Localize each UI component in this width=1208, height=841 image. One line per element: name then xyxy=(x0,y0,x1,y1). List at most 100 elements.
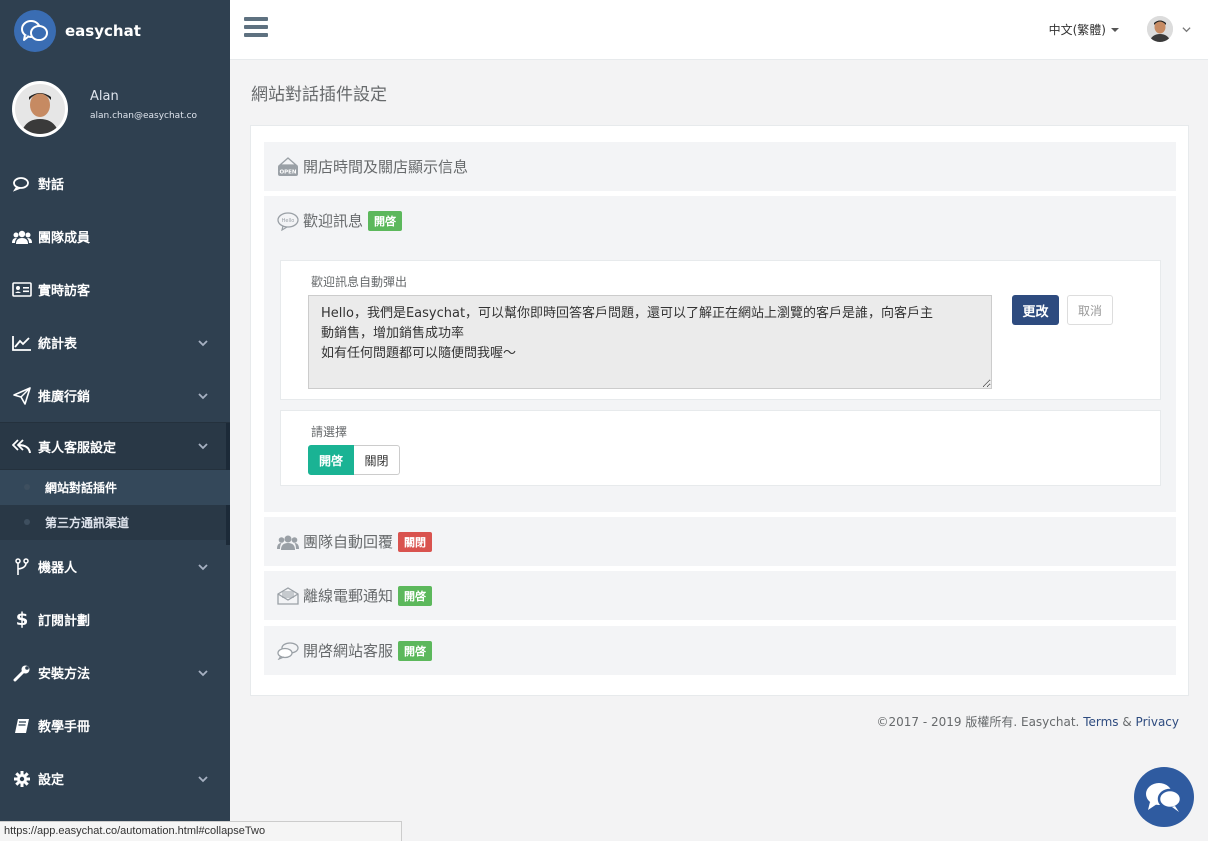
ampersand: & xyxy=(1122,715,1132,729)
chevron-down-icon xyxy=(198,563,208,570)
accordion-header[interactable]: Hello 歡迎訊息 開啓 xyxy=(264,196,1176,245)
status-badge: 開啓 xyxy=(368,210,403,231)
sidebar-item-installation[interactable]: 安裝方法 xyxy=(0,646,230,699)
reply-all-icon xyxy=(12,436,32,456)
sidebar-subnav: 網站對話插件 第三方通訊渠道 xyxy=(0,470,230,540)
chevron-down-icon xyxy=(198,392,208,399)
sidebar-item-label: 統計表 xyxy=(38,337,78,352)
envelope-icon xyxy=(277,585,299,607)
chevron-down-icon xyxy=(198,669,208,676)
accordion-welcome-message: Hello 歡迎訊息 開啓 歡迎訊息自動彈出 Hello，我們是Easychat… xyxy=(264,196,1176,512)
sidebar-item-bot[interactable]: 機器人 xyxy=(0,540,230,593)
chat-bubbles-icon xyxy=(277,640,299,662)
section-title: 團隊自動回覆 xyxy=(303,533,394,551)
sidebar-item-label: 對話 xyxy=(38,178,65,193)
dollar-icon: $ xyxy=(15,609,29,630)
user-profile[interactable]: Alan alan.chan@easychat.co xyxy=(0,61,230,157)
sidebar-subitem-website-chat-plugin[interactable]: 網站對話插件 xyxy=(0,470,230,505)
toggle-on-button[interactable]: 開啓 xyxy=(308,445,354,475)
accordion-opening-hours[interactable]: OPEN 開店時間及關店顯示信息 xyxy=(264,142,1176,191)
open-sign-icon: OPEN xyxy=(277,156,299,178)
profile-email: alan.chan@easychat.co xyxy=(90,111,198,121)
sidebar-item-live-visitors[interactable]: 實時訪客 xyxy=(0,263,230,316)
paper-plane-icon xyxy=(12,386,32,406)
sidebar-item-manual[interactable]: 教學手冊 xyxy=(0,699,230,752)
wrench-icon xyxy=(12,663,32,683)
copyright-text: ©2017 - 2019 版權所有. Easychat. xyxy=(876,715,1080,729)
sidebar: easychat Alan alan.chan@easychat.co 對話 團… xyxy=(0,0,230,841)
browser-status-url: https://app.easychat.co/automation.html#… xyxy=(0,821,402,841)
svg-text:OPEN: OPEN xyxy=(279,169,296,175)
team-icon xyxy=(277,531,299,553)
chevron-down-icon xyxy=(198,339,208,346)
sidebar-item-label: 推廣行銷 xyxy=(38,390,91,405)
chevron-down-icon xyxy=(198,443,208,450)
status-badge: 關閉 xyxy=(398,531,433,552)
status-badge: 開啓 xyxy=(398,585,433,606)
svg-text:Hello: Hello xyxy=(282,218,295,224)
avatar xyxy=(12,81,68,137)
language-label: 中文(繁體) xyxy=(1048,23,1106,37)
user-menu[interactable] xyxy=(1147,16,1191,42)
privacy-link[interactable]: Privacy xyxy=(1136,715,1179,729)
change-button[interactable]: 更改 xyxy=(1012,295,1059,325)
field-label: 歡迎訊息自動彈出 xyxy=(311,275,408,289)
team-icon xyxy=(12,227,32,247)
chevron-down-icon xyxy=(198,775,208,782)
topbar: 中文(繁體) xyxy=(230,0,1208,60)
section-title: 開店時間及關店顯示信息 xyxy=(303,158,469,176)
gear-icon xyxy=(12,769,32,789)
easychat-logo-icon xyxy=(14,9,56,52)
chat-launcher-button[interactable] xyxy=(1134,767,1194,827)
on-off-toggle: 開啓 關閉 xyxy=(308,445,400,475)
sidebar-item-label: 實時訪客 xyxy=(38,284,91,299)
chat-bubbles-icon xyxy=(1146,783,1183,812)
welcome-popup-box: 歡迎訊息自動彈出 Hello，我們是Easychat，可以幫你即時回答客戶問題，… xyxy=(280,260,1161,400)
sidebar-item-label: 設定 xyxy=(38,773,65,788)
branch-icon xyxy=(12,557,32,577)
sidebar-item-label: 真人客服設定 xyxy=(38,440,117,456)
sidebar-item-settings[interactable]: 設定 xyxy=(0,752,230,805)
section-title: 開啓網站客服 xyxy=(303,642,394,660)
sidebar-item-statistics[interactable]: 統計表 xyxy=(0,316,230,369)
footer: ©2017 - 2019 版權所有. Easychat. Terms & Pri… xyxy=(877,713,1180,730)
accordion-offline-email[interactable]: 離線電郵通知 開啓 xyxy=(264,571,1176,620)
sidebar-item-subscription[interactable]: $ 訂閱計劃 xyxy=(0,593,230,646)
sidebar-item-chat[interactable]: 對話 xyxy=(0,157,230,210)
terms-link[interactable]: Terms xyxy=(1083,715,1118,729)
sidebar-subitem-third-party-channels[interactable]: 第三方通訊渠道 xyxy=(0,505,230,540)
avatar xyxy=(1147,16,1173,42)
sidebar-item-label: 安裝方法 xyxy=(38,667,91,682)
hello-bubble-icon: Hello xyxy=(277,210,299,232)
menu-toggle-icon[interactable] xyxy=(244,17,268,39)
line-chart-icon xyxy=(12,333,32,353)
status-badge: 開啓 xyxy=(398,640,433,661)
sidebar-item-live-support-settings[interactable]: 真人客服設定 xyxy=(0,422,230,545)
chat-icon xyxy=(12,174,32,194)
cancel-button[interactable]: 取消 xyxy=(1067,295,1113,325)
profile-name: Alan xyxy=(90,89,119,104)
welcome-message-textarea[interactable]: Hello，我們是Easychat，可以幫你即時回答客戶問題，還可以了解正在網站… xyxy=(308,295,992,389)
section-title: 歡迎訊息 xyxy=(303,212,364,230)
sidebar-item-label: 機器人 xyxy=(38,561,78,576)
id-card-icon xyxy=(12,280,32,300)
sidebar-item-label: 教學手冊 xyxy=(38,720,91,735)
accordion-enable-web-support[interactable]: 開啓網站客服 開啓 xyxy=(264,626,1176,675)
sidebar-item-team[interactable]: 團隊成員 xyxy=(0,210,230,263)
sidebar-item-marketing[interactable]: 推廣行銷 xyxy=(0,369,230,422)
brand-name: easychat xyxy=(65,21,141,40)
language-selector[interactable]: 中文(繁體) xyxy=(1049,21,1119,38)
page-title: 網站對話插件設定 xyxy=(251,85,387,105)
select-box: 請選擇 開啓 關閉 xyxy=(280,410,1161,486)
sidebar-item-label: 團隊成員 xyxy=(38,231,91,246)
sidebar-item-label: 訂閱計劃 xyxy=(38,614,91,629)
book-icon xyxy=(12,716,32,736)
caret-down-icon xyxy=(1111,27,1119,32)
settings-panel: OPEN 開店時間及關店顯示信息 Hello 歡迎訊息 開啓 歡迎訊息自動彈出 … xyxy=(250,125,1189,696)
accordion-team-auto-reply[interactable]: 團隊自動回覆 關閉 xyxy=(264,517,1176,566)
brand[interactable]: easychat xyxy=(0,0,230,61)
section-title: 離線電郵通知 xyxy=(303,587,394,605)
chevron-down-icon xyxy=(1182,26,1191,32)
toggle-off-button[interactable]: 關閉 xyxy=(354,445,400,475)
field-label: 請選擇 xyxy=(311,425,348,439)
